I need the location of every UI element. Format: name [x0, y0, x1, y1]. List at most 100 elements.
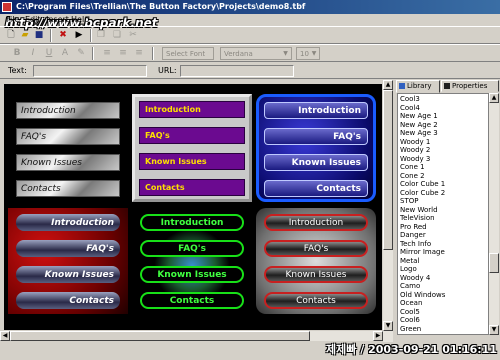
library-scrollbar[interactable]: ▲ ▼: [489, 93, 499, 335]
bold-icon[interactable]: B: [10, 46, 24, 60]
scroll-right-icon[interactable]: ▶: [373, 331, 383, 341]
delete-button-icon[interactable]: ✖: [56, 28, 70, 42]
menu-file[interactable]: File: [6, 15, 19, 24]
canvas-button[interactable]: Known Issues: [140, 266, 244, 283]
canvas-button[interactable]: Introduction: [139, 101, 245, 118]
menu-insert[interactable]: Insert: [46, 15, 69, 24]
canvas-button[interactable]: Known Issues: [264, 154, 368, 171]
canvas-button[interactable]: FAQ's: [264, 128, 368, 145]
font-name-select[interactable]: Verdana ▼: [220, 47, 292, 60]
library-item[interactable]: Cool5: [400, 308, 420, 316]
canvas-button[interactable]: Introduction: [264, 102, 368, 119]
scroll-up-icon[interactable]: ▲: [383, 80, 393, 90]
paste-icon[interactable]: ❏: [110, 28, 124, 42]
canvas-vertical-scrollbar[interactable]: ▲ ▼: [383, 80, 393, 342]
menu-edit[interactable]: Edit: [25, 15, 41, 24]
copy-icon[interactable]: ❐: [94, 28, 108, 42]
scroll-thumb[interactable]: [489, 253, 499, 273]
canvas-button[interactable]: Contacts: [264, 292, 368, 309]
library-item[interactable]: Woody 3: [400, 155, 430, 163]
scroll-thumb[interactable]: [383, 90, 393, 250]
new-icon[interactable]: 🗋: [4, 28, 18, 42]
library-item[interactable]: Woody 2: [400, 146, 430, 154]
library-item[interactable]: TeleVision: [400, 214, 435, 222]
outline-icon[interactable]: ✎: [74, 46, 88, 60]
chevron-down-icon[interactable]: ▼: [310, 49, 318, 58]
canvas-button[interactable]: Introduction: [264, 214, 368, 231]
align-right-icon[interactable]: ≡: [132, 46, 146, 60]
canvas-button[interactable]: Introduction: [16, 214, 120, 231]
library-item[interactable]: Cone 2: [400, 172, 425, 180]
library-item[interactable]: Color Cube 1: [400, 180, 445, 188]
tab-properties[interactable]: Properties: [441, 80, 499, 92]
canvas-button[interactable]: Contacts: [140, 292, 244, 309]
library-item[interactable]: Cool6: [400, 316, 420, 324]
align-center-icon[interactable]: ≡: [116, 46, 130, 60]
library-item[interactable]: Tech Info: [400, 240, 431, 248]
library-item[interactable]: Ocean: [400, 299, 422, 307]
library-item[interactable]: Woody 4: [400, 274, 430, 282]
library-item[interactable]: Cool4: [400, 104, 420, 112]
library-item[interactable]: New World: [400, 206, 438, 214]
text-field[interactable]: [33, 65, 147, 77]
library-item[interactable]: Logo: [400, 265, 417, 273]
scroll-down-icon[interactable]: ▼: [489, 325, 499, 335]
button-set-green: Introduction FAQ's Known Issues Contacts: [132, 208, 252, 314]
canvas-button[interactable]: Contacts: [16, 180, 120, 197]
scroll-down-icon[interactable]: ▼: [383, 321, 393, 331]
menu-help[interactable]: Help: [71, 15, 89, 24]
canvas-button[interactable]: Introduction: [16, 102, 120, 119]
font-size-select[interactable]: 10 ▼: [296, 47, 320, 60]
shadow-icon[interactable]: A: [58, 46, 72, 60]
library-item[interactable]: Pro Red: [400, 223, 427, 231]
canvas-button[interactable]: Contacts: [16, 292, 120, 309]
canvas-button[interactable]: Known Issues: [139, 153, 245, 170]
url-field[interactable]: [180, 65, 294, 77]
toolbar-separator: [152, 47, 154, 60]
scroll-up-icon[interactable]: ▲: [489, 93, 499, 103]
library-item[interactable]: Metal: [400, 257, 419, 265]
tab-library[interactable]: Library: [396, 80, 440, 93]
library-item[interactable]: Cool3: [400, 95, 420, 103]
library-list[interactable]: Cool3 Cool4 New Age 1 New Age 2 New Age 3 Woo…: [397, 93, 489, 335]
library-item[interactable]: Mirror Image: [400, 248, 445, 256]
cut-icon[interactable]: ✂: [126, 28, 140, 42]
canvas-button[interactable]: Contacts: [264, 180, 368, 197]
library-item[interactable]: Woody 1: [400, 138, 430, 146]
canvas-button[interactable]: FAQ's: [139, 127, 245, 144]
canvas-button[interactable]: FAQ's: [140, 240, 244, 257]
button-canvas[interactable]: Introduction FAQ's Known Issues Contacts…: [4, 84, 382, 330]
library-item[interactable]: New Age 2: [400, 121, 438, 129]
canvas-button[interactable]: FAQ's: [16, 128, 120, 145]
canvas-button[interactable]: Known Issues: [264, 266, 368, 283]
canvas-horizontal-scrollbar[interactable]: ◀ ▶: [0, 331, 383, 341]
save-icon[interactable]: ■: [32, 28, 46, 42]
tab-library-label: Library: [407, 82, 432, 90]
italic-icon[interactable]: I: [26, 46, 40, 60]
toolbar-separator: [90, 29, 92, 42]
canvas-button[interactable]: Known Issues: [16, 154, 120, 171]
library-item[interactable]: Camo: [400, 282, 420, 290]
canvas-button[interactable]: FAQ's: [264, 240, 368, 257]
canvas-button[interactable]: Contacts: [139, 179, 245, 196]
next-icon[interactable]: ▶: [72, 28, 86, 42]
chevron-down-icon[interactable]: ▼: [281, 49, 290, 58]
library-item[interactable]: STOP: [400, 197, 418, 205]
open-icon[interactable]: ▰: [18, 28, 32, 42]
library-item[interactable]: Cone 1: [400, 163, 425, 171]
underline-icon[interactable]: U: [42, 46, 56, 60]
select-font-button[interactable]: Select Font: [162, 47, 214, 60]
library-item[interactable]: Green: [400, 325, 421, 333]
library-item[interactable]: New Age 1: [400, 112, 438, 120]
canvas-button[interactable]: Known Issues: [16, 266, 120, 283]
title-bar: C:\Program Files\Trellian\The Button Fac…: [0, 0, 500, 14]
canvas-button[interactable]: FAQ's: [16, 240, 120, 257]
library-item[interactable]: Old Windows: [400, 291, 445, 299]
library-item[interactable]: Color Cube 2: [400, 189, 445, 197]
scroll-thumb[interactable]: [10, 331, 310, 341]
canvas-button[interactable]: Introduction: [140, 214, 244, 231]
scroll-left-icon[interactable]: ◀: [0, 331, 10, 341]
library-item[interactable]: New Age 3: [400, 129, 438, 137]
library-item[interactable]: Danger: [400, 231, 426, 239]
align-left-icon[interactable]: ≡: [100, 46, 114, 60]
